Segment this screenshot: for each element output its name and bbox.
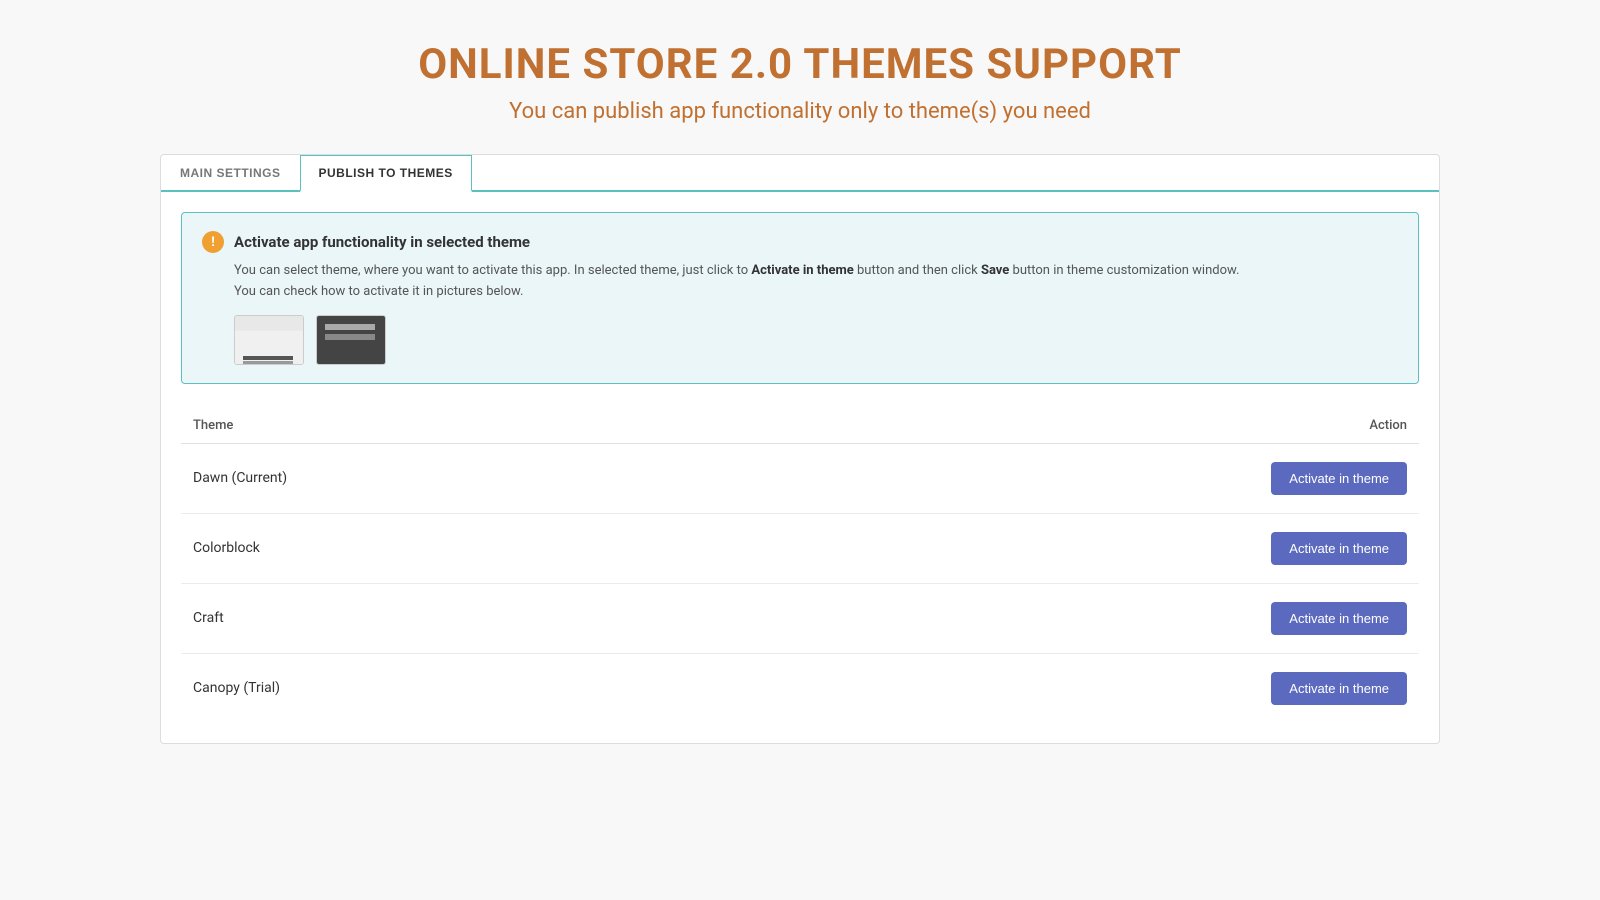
col-action-header: Action bbox=[707, 408, 1419, 444]
theme-name: Dawn (Current) bbox=[181, 443, 707, 513]
main-card: MAIN SETTINGS PUBLISH TO THEMES ! Activa… bbox=[160, 154, 1440, 744]
activate-theme-button[interactable]: Activate in theme bbox=[1271, 462, 1407, 495]
theme-name: Colorblock bbox=[181, 513, 707, 583]
theme-action-cell: Activate in theme bbox=[707, 443, 1419, 513]
col-theme-header: Theme bbox=[181, 408, 707, 444]
theme-name: Canopy (Trial) bbox=[181, 653, 707, 723]
page-header: ONLINE STORE 2.0 THEMES SUPPORT You can … bbox=[398, 0, 1202, 154]
tabs-bar: MAIN SETTINGS PUBLISH TO THEMES bbox=[161, 155, 1439, 192]
themes-table: Theme Action Dawn (Current) Activate in t… bbox=[181, 408, 1419, 723]
table-row: Dawn (Current) Activate in theme bbox=[181, 443, 1419, 513]
thumbnail-1 bbox=[234, 315, 304, 365]
page-title: ONLINE STORE 2.0 THEMES SUPPORT bbox=[418, 40, 1182, 89]
table-row: Colorblock Activate in theme bbox=[181, 513, 1419, 583]
activate-theme-button[interactable]: Activate in theme bbox=[1271, 602, 1407, 635]
info-box-header: ! Activate app functionality in selected… bbox=[202, 231, 1398, 253]
card-body: ! Activate app functionality in selected… bbox=[161, 192, 1439, 743]
activate-theme-button[interactable]: Activate in theme bbox=[1271, 672, 1407, 705]
info-icon: ! bbox=[202, 231, 224, 253]
theme-action-cell: Activate in theme bbox=[707, 513, 1419, 583]
info-box-title: Activate app functionality in selected t… bbox=[234, 233, 530, 251]
info-box: ! Activate app functionality in selected… bbox=[181, 212, 1419, 384]
table-row: Canopy (Trial) Activate in theme bbox=[181, 653, 1419, 723]
theme-name: Craft bbox=[181, 583, 707, 653]
table-row: Craft Activate in theme bbox=[181, 583, 1419, 653]
thumbnail-2 bbox=[316, 315, 386, 365]
info-box-desc: You can select theme, where you want to … bbox=[234, 261, 1398, 303]
tab-publish-to-themes[interactable]: PUBLISH TO THEMES bbox=[300, 155, 472, 192]
page-subtitle: You can publish app functionality only t… bbox=[418, 99, 1182, 124]
thumbnails bbox=[234, 315, 1398, 365]
theme-action-cell: Activate in theme bbox=[707, 653, 1419, 723]
activate-theme-button[interactable]: Activate in theme bbox=[1271, 532, 1407, 565]
theme-action-cell: Activate in theme bbox=[707, 583, 1419, 653]
tab-main-settings[interactable]: MAIN SETTINGS bbox=[161, 155, 300, 190]
